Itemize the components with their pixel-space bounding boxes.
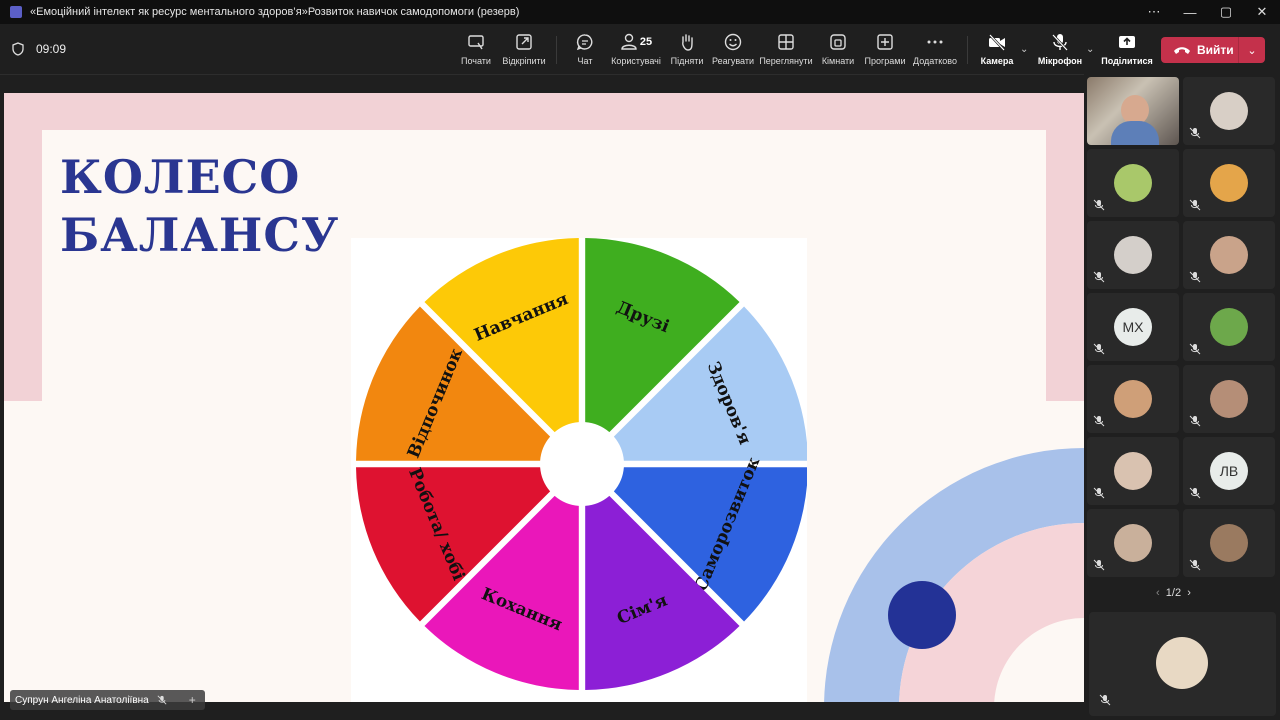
participants-count: 25 (639, 36, 653, 48)
participant-tile[interactable] (1183, 77, 1275, 145)
minimize-button[interactable]: — (1172, 5, 1208, 20)
avatar: МХ (1114, 308, 1152, 346)
mic-muted-icon (1189, 559, 1201, 571)
maximize-button[interactable]: ▢ (1208, 4, 1244, 20)
teams-logo-icon (10, 6, 22, 18)
mic-muted-icon (1189, 487, 1201, 499)
share-button[interactable]: Поділитися (1097, 32, 1157, 66)
avatar (1114, 524, 1152, 562)
participant-tile[interactable]: МХ (1087, 293, 1179, 361)
gallery-pager[interactable]: ‹ 1/2 › (1156, 587, 1191, 599)
avatar (1114, 236, 1152, 274)
react-button[interactable]: Реагувати (703, 32, 763, 66)
avatar (1210, 308, 1248, 346)
mic-muted-icon (1093, 487, 1105, 499)
participant-tile[interactable] (1183, 221, 1275, 289)
mic-muted-icon (1093, 199, 1105, 211)
camera-off-icon (989, 34, 1005, 51)
wheel-center (543, 425, 621, 503)
next-page-chevron-icon[interactable]: › (1187, 587, 1191, 599)
mic-muted-icon (1189, 343, 1201, 355)
record-icon (468, 35, 484, 50)
decor-navy-circle (888, 581, 956, 649)
people-icon (621, 33, 637, 50)
smiley-icon (724, 33, 742, 51)
view-button[interactable]: Переглянути (756, 32, 816, 66)
participant-tile[interactable] (1087, 437, 1179, 505)
mic-options-chevron-icon[interactable]: ⌄ (1086, 44, 1094, 55)
participant-tile[interactable] (1183, 365, 1275, 433)
mic-muted-icon (157, 695, 167, 705)
presenter-name-tag: Супрун Ангеліна Анатоліївна + (10, 690, 205, 710)
rooms-icon (830, 34, 846, 50)
mic-muted-icon (1189, 199, 1201, 211)
avatar (1210, 380, 1248, 418)
leave-button[interactable]: Вийти ⌄ (1161, 37, 1265, 63)
meeting-toolbar: 09:09 Почати Відкріпити Чат 25 Користува… (0, 24, 1280, 75)
balance-wheel: ДрузіЗдоров'яСаморозвитокСім'яКоханняРоб… (356, 238, 807, 690)
participant-tile[interactable] (1183, 509, 1275, 577)
mic-muted-icon (1189, 415, 1201, 427)
title-bar: «Емоційний інтелект як ресурс ментальног… (0, 0, 1280, 24)
mic-off-icon (1052, 34, 1068, 51)
avatar (1210, 524, 1248, 562)
mic-muted-icon (1093, 415, 1105, 427)
avatar (1210, 236, 1248, 274)
participant-tile[interactable] (1183, 149, 1275, 217)
avatar (1114, 452, 1152, 490)
pin-icon[interactable]: + (189, 693, 196, 707)
participant-tile[interactable] (1087, 509, 1179, 577)
hand-icon (682, 34, 693, 51)
grid-view-icon (778, 34, 794, 50)
avatar: ЛВ (1210, 452, 1248, 490)
mic-muted-icon (1189, 127, 1201, 139)
participant-tile[interactable] (1087, 77, 1179, 145)
more-icon (927, 40, 943, 44)
participant-tile[interactable] (1087, 221, 1179, 289)
avatar (1210, 164, 1248, 202)
mic-muted-icon (1093, 271, 1105, 283)
popout-button[interactable]: Відкріпити (494, 32, 554, 66)
participant-tile[interactable] (1087, 365, 1179, 433)
prev-page-chevron-icon[interactable]: ‹ (1156, 587, 1160, 599)
self-video-tile[interactable] (1089, 612, 1276, 716)
participant-tile[interactable] (1087, 149, 1179, 217)
more-button[interactable]: Додатково (905, 32, 965, 66)
participant-tile[interactable]: ЛВ (1183, 437, 1275, 505)
hangup-phone-icon (1174, 47, 1190, 54)
more-options-icon[interactable]: ⋯ (1136, 4, 1172, 20)
avatar (1114, 380, 1152, 418)
slide-title: КОЛЕСО БАЛАНСУ (60, 150, 340, 262)
mic-muted-icon (1093, 343, 1105, 355)
window-title: «Емоційний інтелект як ресурс ментальног… (30, 6, 520, 18)
participant-tile[interactable] (1183, 293, 1275, 361)
mic-muted-icon (1099, 694, 1111, 706)
avatar (1156, 637, 1208, 689)
shared-slide: КОЛЕСО БАЛАНСУ Друзі Здоров'я Саморозвиток… (4, 93, 1084, 702)
close-window-button[interactable]: ✕ (1244, 4, 1280, 20)
mic-muted-icon (1093, 559, 1105, 571)
add-app-icon (877, 34, 893, 50)
avatar (1114, 164, 1152, 202)
avatar (1210, 92, 1248, 130)
mic-button[interactable]: Мікрофон (1030, 32, 1090, 66)
chat-icon (576, 34, 593, 51)
mic-muted-icon (1189, 271, 1201, 283)
popout-icon (516, 34, 532, 50)
share-icon (1119, 36, 1135, 48)
shield-icon (12, 42, 24, 56)
camera-options-chevron-icon[interactable]: ⌄ (1020, 44, 1028, 55)
leave-options-chevron-icon[interactable]: ⌄ (1238, 37, 1265, 63)
camera-button[interactable]: Камера (967, 32, 1027, 66)
meeting-timer: 09:09 (36, 42, 67, 56)
